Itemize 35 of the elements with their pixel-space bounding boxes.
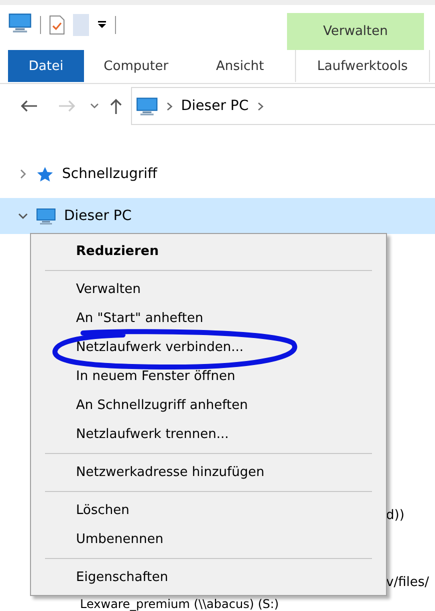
tree-item-text: Lexware_premium (\\abacus) (S:): [80, 597, 279, 611]
breadcrumb-chevron-icon[interactable]: [256, 102, 264, 110]
properties-icon[interactable]: [49, 15, 65, 35]
star-icon: [36, 166, 54, 182]
chevron-down-icon[interactable]: [18, 212, 28, 220]
menu-item[interactable]: An "Start" anheften: [31, 304, 386, 333]
tree-item-text: v/files/: [386, 575, 430, 590]
menu-item[interactable]: An Schnellzugriff anheften: [31, 391, 386, 420]
menu-item[interactable]: Netzlaufwerk verbinden...: [31, 333, 386, 362]
context-group-label: Verwalten: [287, 13, 424, 50]
menu-item[interactable]: Netzwerkadresse hinzufügen: [31, 458, 386, 487]
chevron-right-icon[interactable]: [18, 169, 28, 179]
breadcrumb-item[interactable]: Dieser PC: [181, 98, 249, 114]
menu-item[interactable]: Umbenennen: [31, 525, 386, 554]
monitor-icon: [36, 208, 56, 224]
ribbon-tab[interactable]: Computer: [84, 50, 188, 82]
menu-item[interactable]: Reduzieren: [31, 237, 386, 266]
dropdown-icon[interactable]: [97, 20, 107, 30]
ribbon-tab[interactable]: Laufwerktools: [295, 50, 430, 82]
menu-item[interactable]: In neuem Fenster öffnen: [31, 362, 386, 391]
up-arrow-icon[interactable]: [109, 98, 123, 114]
ribbon-tab[interactable]: Ansicht: [188, 50, 292, 82]
menu-item[interactable]: Verwalten: [31, 275, 386, 304]
monitor-icon: [8, 13, 32, 33]
menu-item[interactable]: Löschen: [31, 496, 386, 525]
menu-item[interactable]: Netzlaufwerk trennen...: [31, 420, 386, 449]
tree-item[interactable]: Dieser PC: [0, 198, 435, 234]
tree-item[interactable]: Schnellzugriff: [0, 156, 435, 192]
back-arrow-icon[interactable]: [20, 99, 38, 113]
breadcrumb-chevron-icon[interactable]: [166, 102, 173, 110]
tree-item-text: d)): [386, 508, 404, 523]
chevron-down-icon[interactable]: [90, 103, 99, 109]
monitor-icon: [136, 96, 158, 116]
file-tab[interactable]: Datei: [8, 50, 84, 82]
menu-item[interactable]: Eigenschaften: [31, 563, 386, 592]
